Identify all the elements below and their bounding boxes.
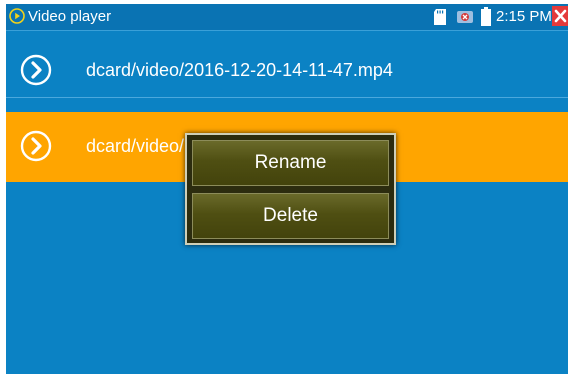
chevron-right-circle-icon [20, 54, 52, 86]
file-name: dcard/video/2016-12-20-14-11-47.mp4 [86, 60, 393, 80]
file-name: dcard/video/ [86, 136, 185, 156]
title-bar: Video player 2:15 PM [6, 4, 568, 31]
rename-button[interactable]: Rename [192, 140, 389, 186]
chevron-right-circle-icon [20, 130, 52, 162]
context-menu: Rename Delete [185, 133, 396, 245]
sd-card-icon [434, 9, 446, 25]
row-divider [6, 97, 568, 98]
status-time: 2:15 PM [496, 8, 552, 25]
screen: Video player 2:15 PM dcard/video/2016-12… [6, 4, 568, 374]
usb-icon [457, 11, 473, 23]
delete-button[interactable]: Delete [192, 193, 389, 239]
battery-icon [481, 7, 491, 26]
file-row[interactable]: dcard/video/2016-12-20-14-11-47.mp4 [6, 47, 568, 95]
play-circle-icon [9, 8, 25, 24]
app-title: Video player [28, 8, 112, 25]
close-icon[interactable] [552, 6, 568, 26]
